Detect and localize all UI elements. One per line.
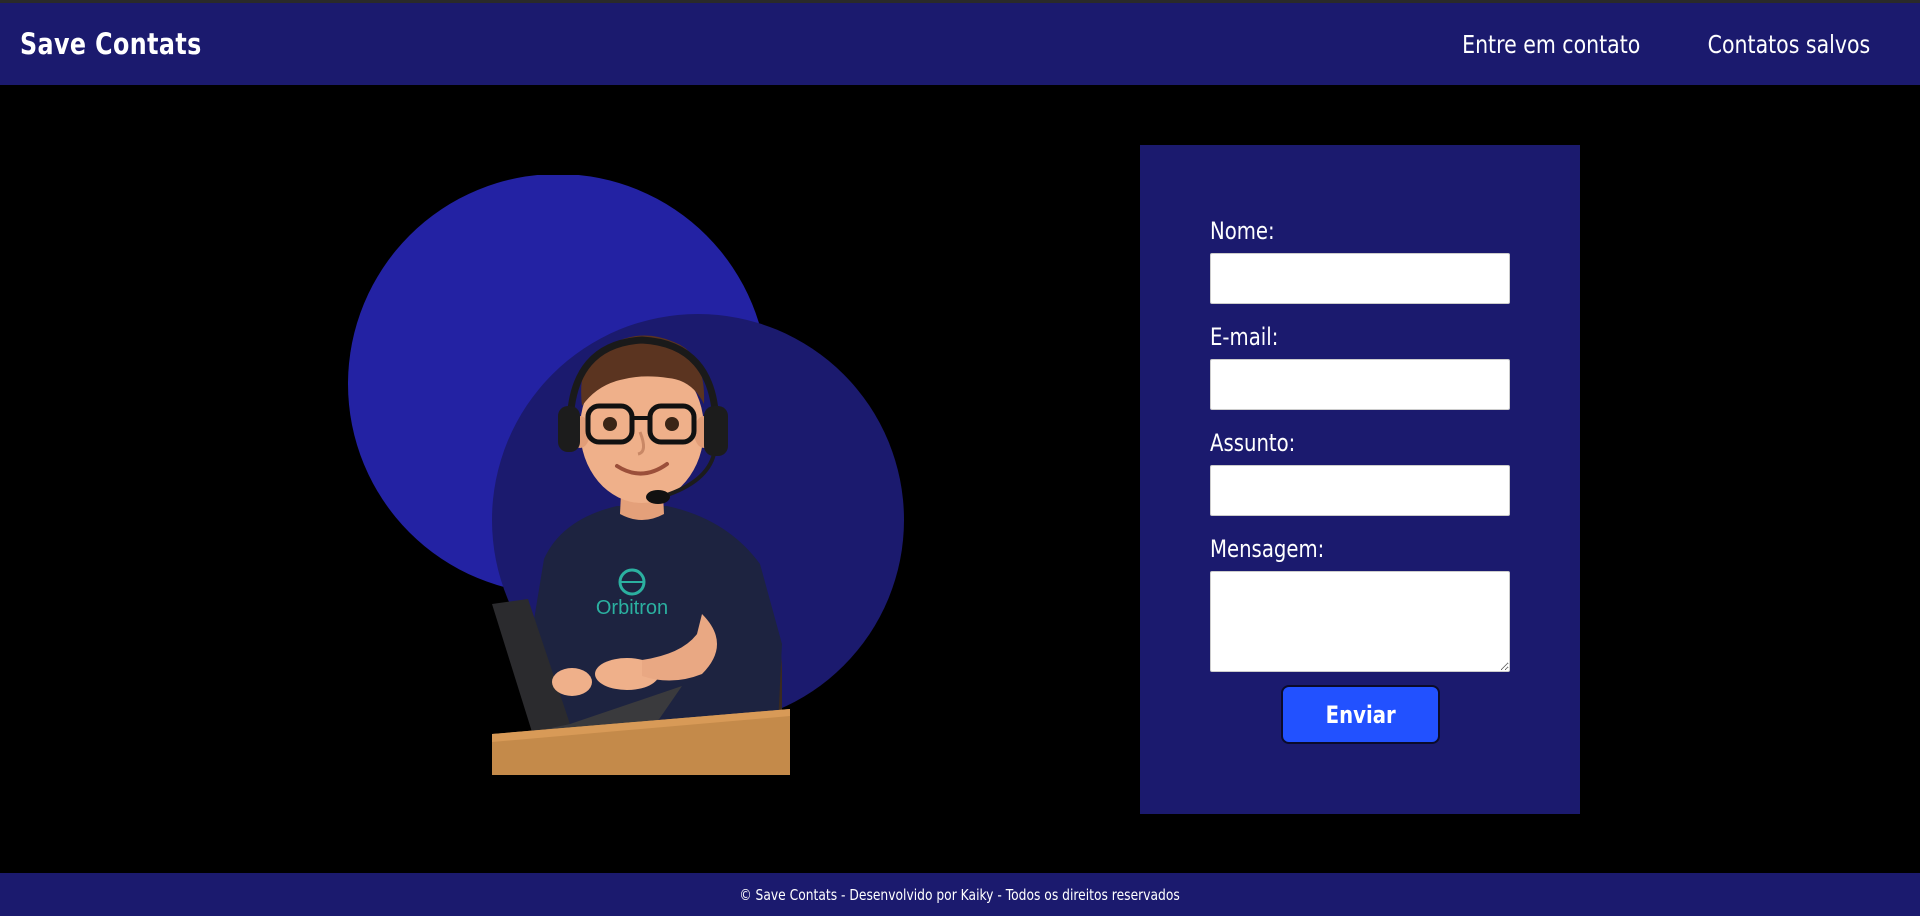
footer-copyright: © Save Contats - Desenvolvido por Kaiky … [739,885,1181,904]
field-group-message: Mensagem: [1210,535,1510,672]
nav-link-saved-contacts[interactable]: Contatos salvos [1707,30,1870,59]
hero-illustration: Orbitron [348,174,908,775]
support-agent-image: Orbitron [492,314,790,775]
name-label: Nome: [1210,217,1275,245]
send-button-label: Enviar [1325,700,1396,729]
message-label: Mensagem: [1210,535,1325,563]
nav-link-contact[interactable]: Entre em contato [1462,30,1640,59]
message-textarea[interactable] [1210,571,1510,672]
email-input[interactable] [1210,359,1510,410]
shirt-logo-text: Orbitron [596,597,668,619]
field-group-email: E-mail: [1210,323,1510,410]
name-input[interactable] [1210,253,1510,304]
subject-input[interactable] [1210,465,1510,516]
send-button[interactable]: Enviar [1281,685,1440,744]
brand-logo-text[interactable]: Save Contats [20,27,202,61]
field-group-subject: Assunto: [1210,429,1510,516]
field-group-name: Nome: [1210,217,1510,304]
site-header: Save Contats Entre em contato Contatos s… [0,3,1920,85]
site-footer: © Save Contats - Desenvolvido por Kaiky … [0,873,1920,916]
main-nav: Entre em contato Contatos salvos [1423,30,1870,59]
subject-label: Assunto: [1210,429,1296,457]
email-label: E-mail: [1210,323,1279,351]
support-agent-illustration: Orbitron [492,335,790,775]
contact-form-card: Nome: E-mail: Assunto: Mensagem: Enviar [1140,145,1580,814]
